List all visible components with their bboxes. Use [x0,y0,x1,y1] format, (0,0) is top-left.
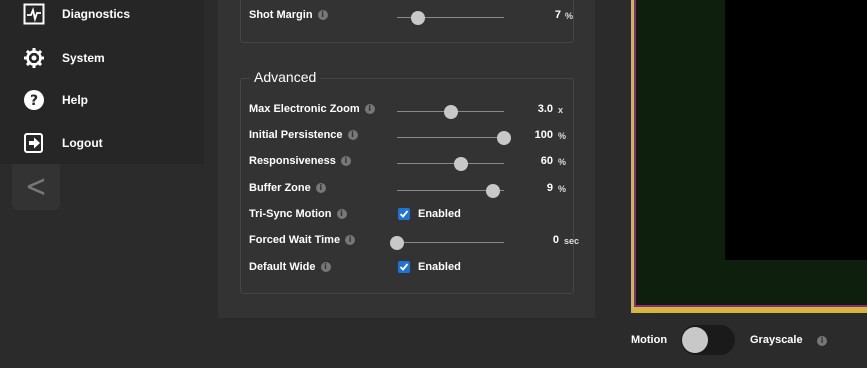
video-preview-region [725,0,867,260]
buffer-zone-value: 9 [546,182,553,194]
forced-wait-track[interactable] [397,242,504,243]
max-zoom-label: Max Electronic Zoom i [249,103,375,115]
info-icon[interactable]: i [320,262,331,272]
initial-persistence-slider[interactable] [497,131,511,145]
shot-margin-row: Shot Margin i 7 % [249,6,574,26]
info-icon[interactable]: i [817,336,827,346]
sidebar-item-diagnostics[interactable]: Diagnostics [0,0,204,32]
settings-panel: Advanced Shot Margin i 7 % Max Electronic… [218,0,595,318]
info-icon[interactable]: i [340,156,351,166]
sidebar-item-logout[interactable]: Logout [0,125,204,161]
default-wide-checkbox-label: Enabled [418,261,461,273]
buffer-zone-row: Buffer Zone i 9 % [249,179,571,199]
info-icon[interactable]: i [336,209,347,219]
sidebar-item-label: Logout [62,136,103,150]
checkmark-icon [399,263,409,271]
responsiveness-track[interactable] [397,163,504,164]
info-icon[interactable]: i [347,130,358,140]
checkmark-icon [399,210,409,218]
default-wide-checkbox-wrap[interactable]: Enabled [398,261,461,273]
forced-wait-slider[interactable] [390,236,404,250]
responsiveness-slider[interactable] [454,157,469,171]
sidebar-item-label: Diagnostics [62,7,131,21]
shot-margin-value: 7 [554,9,561,21]
gear-icon [23,47,45,69]
max-zoom-unit: x [558,105,564,115]
shot-margin-label: Shot Margin i [249,9,328,21]
info-icon[interactable]: i [317,10,328,20]
app-root: Diagnostics System ? Help Logout < Advan… [0,0,867,368]
info-icon[interactable]: i [315,183,326,193]
sidebar-item-help[interactable]: ? Help [0,82,204,118]
default-wide-checkbox[interactable] [398,261,410,273]
sidebar: Diagnostics System ? Help Logout [0,0,204,164]
shot-margin-unit: % [565,11,574,21]
buffer-zone-slider[interactable] [486,184,501,198]
tri-sync-row: Tri-Sync Motion i Enabled [249,205,571,225]
sidebar-item-label: Help [62,93,89,107]
forced-wait-unit: sec [564,236,580,246]
max-zoom-value: 3.0 [537,103,553,115]
tri-sync-checkbox-label: Enabled [418,208,461,220]
initial-persistence-track[interactable] [397,137,504,138]
motion-label: Motion [631,334,668,346]
logout-icon [23,132,45,154]
responsiveness-value: 60 [540,155,553,167]
tri-sync-checkbox[interactable] [398,208,410,220]
default-wide-row: Default Wide i Enabled [249,258,571,278]
max-zoom-slider[interactable] [443,105,458,119]
responsiveness-unit: % [558,157,567,167]
initial-persistence-unit: % [558,131,567,141]
forced-wait-row: Forced Wait Time i 0 sec [249,231,579,251]
forced-wait-label: Forced Wait Time i [249,234,356,246]
info-icon[interactable]: i [345,235,356,245]
sidebar-collapse-button[interactable]: < [12,164,60,210]
help-icon: ? [23,89,45,111]
buffer-zone-label: Buffer Zone i [249,182,326,194]
sidebar-item-system[interactable]: System [0,40,204,76]
grayscale-label: Grayscale [750,334,803,346]
responsiveness-label: Responsiveness i [249,155,351,167]
video-controls-bar: Motion Grayscale i [631,320,867,360]
toggle-knob [682,327,708,353]
svg-text:?: ? [30,93,38,109]
tri-sync-label: Tri-Sync Motion i [249,208,347,220]
initial-persistence-row: Initial Persistence i 100 % [249,126,571,146]
default-wide-label: Default Wide i [249,261,331,273]
buffer-zone-unit: % [558,184,567,194]
diagnostics-icon [23,3,45,25]
responsiveness-row: Responsiveness i 60 % [249,152,571,172]
sidebar-item-label: System [62,51,105,65]
chevron-left-icon: < [25,169,47,205]
info-icon[interactable]: i [364,104,375,114]
shot-margin-slider[interactable] [411,11,426,25]
tri-sync-checkbox-wrap[interactable]: Enabled [398,208,461,220]
initial-persistence-value: 100 [534,129,553,141]
advanced-title: Advanced [250,69,321,85]
initial-persistence-label: Initial Persistence i [249,129,358,141]
forced-wait-value: 0 [552,234,559,246]
max-zoom-row: Max Electronic Zoom i 3.0 x [249,100,571,120]
motion-toggle[interactable] [681,325,735,355]
